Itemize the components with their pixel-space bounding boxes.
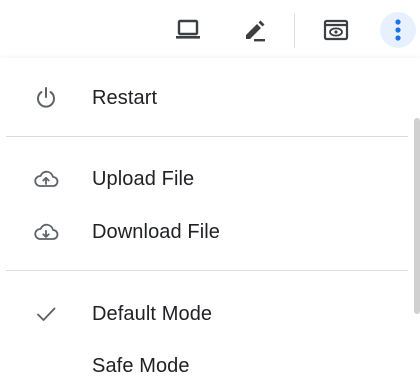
preview-button[interactable] [318,12,354,48]
edit-button[interactable] [236,12,272,48]
menu-scrollbar[interactable] [414,118,420,314]
menu-divider [6,270,408,271]
toolbar-divider [294,14,295,48]
menu-label-upload-file: Upload File [92,167,195,190]
menu-item-upload-file[interactable]: Upload File [0,154,410,204]
check-icon [32,300,60,328]
power-icon [32,84,60,112]
cloud-upload-icon [32,165,60,193]
menu-label-download-file: Download File [92,220,221,243]
menu-item-default-mode[interactable]: Default Mode [0,289,410,339]
options-menu: Restart Upload File Download File Defaul… [0,58,420,376]
menu-label-restart: Restart [92,86,158,109]
preview-icon [322,17,350,43]
laptop-button[interactable] [170,12,206,48]
pencil-icon [240,16,268,44]
menu-item-safe-mode[interactable]: Safe Mode [0,341,410,376]
menu-label-default-mode: Default Mode [92,302,213,325]
more-options-button[interactable] [380,12,416,48]
laptop-icon [174,18,202,42]
menu-item-restart[interactable]: Restart [0,73,410,123]
menu-item-download-file[interactable]: Download File [0,207,410,257]
toolbar [0,0,420,58]
menu-label-safe-mode: Safe Mode [92,354,190,376]
more-vert-icon [393,18,403,42]
cloud-download-icon [32,218,60,246]
app-root: Restart Upload File Download File Defaul… [0,0,420,376]
menu-divider [6,136,408,137]
